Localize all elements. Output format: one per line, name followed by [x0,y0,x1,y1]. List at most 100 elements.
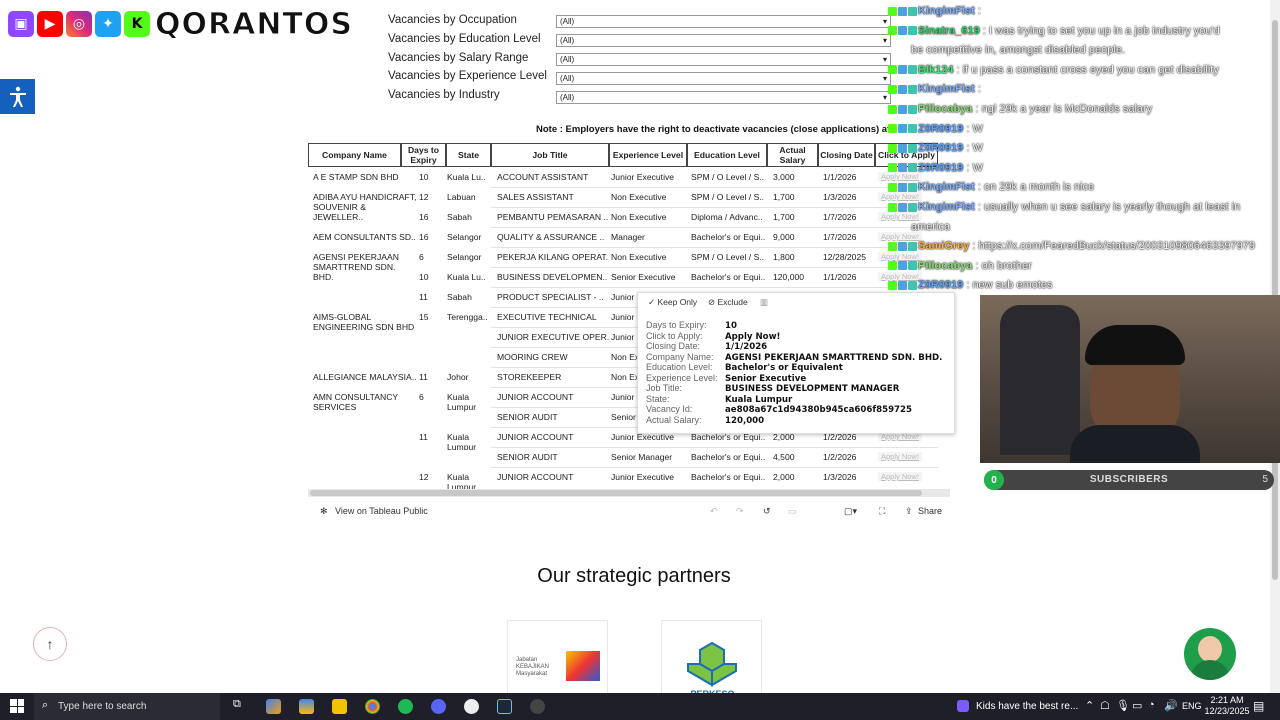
cell-state: Sabah [447,292,472,302]
tooltip-key: Click to Apply: [646,330,703,341]
keep-only-button[interactable]: ✓ Keep Only [648,297,697,308]
task-view-icon[interactable]: ⧉ [233,698,248,713]
spotify-icon[interactable] [398,699,413,714]
steam-icon[interactable] [497,699,512,714]
filter-select-occupation[interactable]: (All) [556,15,891,28]
volume-icon[interactable]: 🔊 [1164,699,1178,712]
chat-badge-icon [908,84,917,94]
tooltip-value: 1/1/2026 [725,342,768,352]
tray-chevron-icon[interactable]: ⌃ [1085,699,1094,712]
chat-badge-icon [888,241,897,251]
scroll-to-top-button[interactable]: ↑ [33,627,67,661]
header-experience[interactable]: Experience Level [609,143,687,167]
filter-select-salary[interactable]: (All) [556,53,891,66]
refresh-icon[interactable]: ▭ [788,506,797,517]
share-icon[interactable]: ⇪ [905,506,913,517]
apply-now-button[interactable]: Apply Now! [878,472,922,481]
chat-username[interactable]: Sinatra_619 [918,25,980,37]
drive-icon[interactable] [299,699,314,714]
undo-icon[interactable]: ↶ [710,506,718,517]
header-company[interactable]: Company Name [308,143,401,167]
cell-exp: Manager [611,232,645,242]
media-playing-text[interactable]: Kids have the best re... [976,701,1078,712]
cell-job: EXECUTIVE TECHNICAL [497,312,597,322]
filter-select-industry[interactable]: (All) [556,91,891,104]
cell-exp: Non Executive [611,212,667,222]
header-salary[interactable]: Actual Salary [767,143,818,167]
comment-icon[interactable]: ▢▾ [844,506,857,517]
cell-exp: Junior Executive [611,172,675,182]
arrow-up-icon: ↑ [46,636,54,652]
windows-start-icon[interactable] [10,699,24,713]
header-state[interactable]: State [446,143,491,167]
screen-icon[interactable]: ▭ [1132,699,1142,712]
cell-company [313,272,418,290]
cell-closing: 1/1/2026 [823,272,857,282]
language-indicator[interactable]: ENG [1182,701,1202,711]
chrome-icon[interactable] [365,699,380,714]
cell-company [313,212,418,230]
header-closing[interactable]: Closing Date [818,143,875,167]
table-scroll-thumb[interactable] [310,490,922,496]
partner-logo-kebajikan[interactable]: Jabatan KEBAJIKAN Masyarakat [507,620,608,696]
cell-company [313,332,418,350]
chat-badge-icon [888,65,897,75]
clock-time[interactable]: 2:21 AM [1207,695,1247,705]
mic-icon[interactable]: 🎙 [1116,699,1130,712]
chat-username[interactable]: Blk124 [918,64,953,76]
discord-icon[interactable] [431,699,446,714]
header-job-title[interactable]: Job Title [491,143,609,167]
partner-logo-perkeso[interactable]: PERKESO [661,620,762,699]
chat-username[interactable]: SamiGrey [918,240,969,252]
chat-username[interactable]: KingimFist [918,201,975,213]
chat-username[interactable]: Z0R0919 [918,123,963,135]
file-explorer-icon[interactable] [332,699,347,714]
chat-username[interactable]: Z0R0919 [918,162,963,174]
wifi-icon[interactable]: ◔ [1148,699,1155,711]
chat-message: KingimFist : on 29k a month is nice [888,181,1094,193]
chat-username[interactable]: Pillocabya [918,260,972,272]
network-icon[interactable]: ☖ [1100,699,1110,712]
chat-badge-icon [888,261,897,271]
notification-icon[interactable]: ▤ [1253,699,1264,713]
tableau-toolbar: ✻ View on Tableau Public ↶ ↷ ↺ ▭ ▢▾ ⛶ ⇪ … [308,503,950,521]
obs-icon[interactable] [530,699,545,714]
taskbar-search[interactable]: ⌕ Type here to search [34,693,220,720]
chat-username[interactable]: Pillocabya [918,103,972,115]
chat-separator: : [969,240,979,253]
redo-icon[interactable]: ↷ [736,506,744,517]
view-on-tableau-link[interactable]: View on Tableau Public [335,506,428,516]
cell-job: PEMBANTU PEMASARAN .. [497,212,609,222]
clock-date[interactable]: 12/23/2025 [1203,706,1251,716]
fullscreen-icon[interactable]: ⛶ [879,506,885,517]
copilot-icon[interactable] [266,699,281,714]
cell-job: SENIOR AUDIT [497,412,558,422]
chat-username[interactable]: KingimFist [918,5,975,17]
header-days[interactable]: Days to Expiry [401,143,446,167]
tooltip-key: Education Level: [646,362,713,372]
exclude-button[interactable]: ⊘ Exclude [708,297,748,308]
chat-badge-icon [908,143,917,153]
app-icon[interactable] [464,699,479,714]
revert-icon[interactable]: ↺ [763,506,771,517]
filter-select-experience[interactable]: (All) [556,72,891,85]
chat-badge-icon [908,65,917,75]
chat-badge-icon [898,65,907,75]
chat-username[interactable]: KingimFist [918,83,975,95]
tooltip-value: BUSINESS DEVELOPMENT MANAGER [725,384,900,394]
chat-username[interactable]: Z0R0919 [918,279,963,291]
header-education[interactable]: Education Level [687,143,767,167]
chat-username[interactable]: KingimFist [918,181,975,193]
chat-username[interactable]: Z0R0919 [918,142,963,154]
chatbot-avatar[interactable] [1184,628,1236,680]
view-data-icon[interactable]: ▥ [760,297,768,308]
cell-state [447,412,491,430]
twitter-icon: ✦ [95,11,121,37]
apply-now-button[interactable]: Apply Now! [878,452,922,461]
kebajikan-logo-text: Jabatan KEBAJIKAN Masyarakat [516,657,550,677]
cell-closing: 1/7/2026 [823,232,857,242]
accessibility-button[interactable] [0,79,35,114]
chat-badge-icon [908,202,917,212]
share-button[interactable]: Share [918,506,942,516]
filter-select-education[interactable]: (All) [556,34,891,47]
